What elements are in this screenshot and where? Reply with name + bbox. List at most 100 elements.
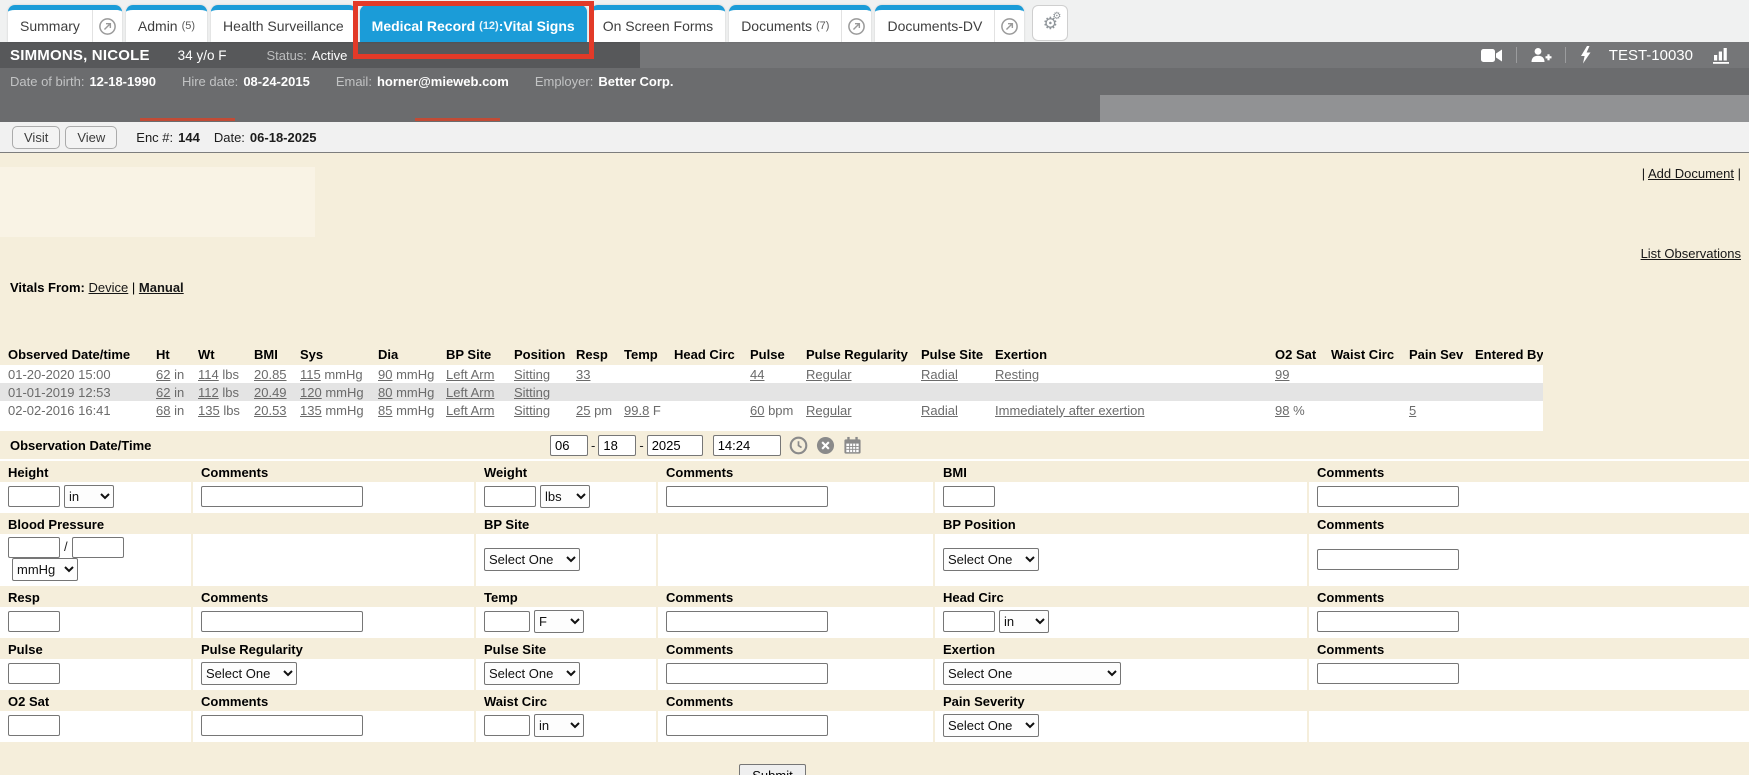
observation-value-link[interactable]: 33 bbox=[576, 367, 590, 382]
observation-value-link[interactable]: 135 bbox=[198, 403, 220, 418]
obs-time-input[interactable] bbox=[713, 435, 781, 456]
bp-position-select[interactable]: Select One bbox=[943, 548, 1039, 571]
observation-value-link[interactable]: Regular bbox=[806, 367, 852, 382]
observation-value-link[interactable]: Immediately after exertion bbox=[995, 403, 1145, 418]
observation-value-link[interactable]: Left Arm bbox=[446, 367, 494, 382]
tab-documents-dv[interactable]: Documents-DV bbox=[875, 5, 1024, 42]
tab-medical-record[interactable]: Medical Record(12):Vital Signs bbox=[360, 5, 587, 42]
observation-value-link[interactable]: Left Arm bbox=[446, 385, 494, 400]
observation-value-link[interactable]: 25 bbox=[576, 403, 590, 418]
vitals-manual-link[interactable]: Manual bbox=[139, 280, 184, 295]
observation-value-link[interactable]: 20.85 bbox=[254, 367, 287, 382]
height-input[interactable] bbox=[8, 486, 60, 507]
observation-value-link[interactable]: 62 bbox=[156, 385, 170, 400]
observation-value-link[interactable]: 60 bbox=[750, 403, 764, 418]
observation-value-link[interactable]: 20.49 bbox=[254, 385, 287, 400]
vitals-device-link[interactable]: Device bbox=[89, 280, 129, 295]
waist-circ-input[interactable] bbox=[484, 715, 530, 736]
observation-value-link[interactable]: 120 bbox=[300, 385, 322, 400]
resp-input[interactable] bbox=[8, 611, 60, 632]
observation-value-link[interactable]: Sitting bbox=[514, 385, 550, 400]
head-circ-input[interactable] bbox=[943, 611, 995, 632]
weight-input[interactable] bbox=[484, 486, 536, 507]
observation-value-link[interactable]: 5 bbox=[1409, 403, 1416, 418]
observation-value-link[interactable]: 99.8 bbox=[624, 403, 649, 418]
observation-value-link[interactable]: Radial bbox=[921, 367, 958, 382]
observation-value-link[interactable]: 99 bbox=[1275, 367, 1289, 382]
observation-value-link[interactable]: Resting bbox=[995, 367, 1039, 382]
pulse-input[interactable] bbox=[8, 663, 60, 684]
observation-value-link[interactable]: Regular bbox=[806, 403, 852, 418]
visit-button[interactable]: Visit bbox=[12, 126, 60, 149]
clock-icon[interactable] bbox=[789, 436, 808, 455]
comments-input[interactable] bbox=[201, 611, 363, 632]
observation-value-link[interactable]: Radial bbox=[921, 403, 958, 418]
observation-value-link[interactable]: 85 bbox=[378, 403, 392, 418]
comments-input[interactable] bbox=[666, 611, 828, 632]
pulse-regularity-select[interactable]: Select One bbox=[201, 662, 297, 685]
view-button[interactable]: View bbox=[65, 126, 117, 149]
add-person-icon[interactable] bbox=[1530, 47, 1552, 63]
comments-input[interactable] bbox=[1317, 549, 1459, 570]
pain-severity-select[interactable]: Select One bbox=[943, 714, 1039, 737]
comments-input[interactable] bbox=[666, 486, 828, 507]
observation-value-link[interactable]: Left Arm bbox=[446, 403, 494, 418]
comments-input[interactable] bbox=[1317, 663, 1459, 684]
bmi-input[interactable] bbox=[943, 486, 995, 507]
list-observations-link[interactable]: List Observations bbox=[1641, 246, 1741, 261]
observation-value-link[interactable]: 62 bbox=[156, 367, 170, 382]
comments-input[interactable] bbox=[1317, 486, 1459, 507]
obs-day-input[interactable] bbox=[598, 435, 636, 456]
observation-value-link[interactable]: 115 bbox=[300, 367, 321, 382]
settings-gear-button[interactable]: ⚙ ⚙ bbox=[1032, 5, 1068, 41]
add-document-link[interactable]: Add Document bbox=[1648, 166, 1734, 181]
observation-value-link[interactable]: Sitting bbox=[514, 403, 550, 418]
comments-input[interactable] bbox=[201, 486, 363, 507]
chart-flowsheet-icon[interactable] bbox=[1712, 46, 1730, 64]
open-in-new-icon[interactable] bbox=[92, 10, 122, 42]
obs-month-input[interactable] bbox=[550, 435, 588, 456]
pulse-site-select[interactable]: Select One bbox=[484, 662, 580, 685]
blood-pressure-input[interactable] bbox=[8, 537, 60, 558]
video-camera-icon[interactable] bbox=[1481, 48, 1503, 63]
calendar-icon[interactable] bbox=[843, 436, 862, 455]
tab-health-surveillance[interactable]: Health Surveillance bbox=[211, 5, 356, 42]
observation-value-link[interactable]: 112 bbox=[198, 385, 219, 400]
blood-pressure-select[interactable]: mmHg bbox=[12, 558, 78, 581]
observation-value-link[interactable]: Sitting bbox=[514, 367, 550, 382]
tab-documents[interactable]: Documents(7) bbox=[729, 5, 871, 42]
observation-value-link[interactable]: 135 bbox=[300, 403, 322, 418]
o2-sat-input[interactable] bbox=[8, 715, 60, 736]
exertion-select[interactable]: Select One bbox=[943, 662, 1121, 685]
temp-input[interactable] bbox=[484, 611, 530, 632]
tab-on-screen-forms[interactable]: On Screen Forms bbox=[591, 5, 725, 42]
open-in-new-icon[interactable] bbox=[841, 10, 871, 42]
blood-pressure-input[interactable] bbox=[72, 537, 124, 558]
observation-value-link[interactable]: 20.53 bbox=[254, 403, 287, 418]
tab-admin[interactable]: Admin(5) bbox=[126, 5, 207, 42]
obs-year-input[interactable] bbox=[647, 435, 703, 456]
observation-value-link[interactable]: 98 bbox=[1275, 403, 1289, 418]
comments-label: Comments bbox=[657, 461, 934, 482]
temp-select[interactable]: F bbox=[534, 610, 584, 633]
tab-summary[interactable]: Summary bbox=[8, 5, 122, 42]
height-select[interactable]: in bbox=[64, 485, 114, 508]
observation-value-link[interactable]: 80 bbox=[378, 385, 392, 400]
weight-select[interactable]: lbs bbox=[540, 485, 590, 508]
obs-col-header-exertion: Exertion bbox=[987, 344, 1267, 365]
clear-datetime-icon[interactable] bbox=[816, 436, 835, 455]
observation-value-link[interactable]: 90 bbox=[378, 367, 392, 382]
observation-value-link[interactable]: 68 bbox=[156, 403, 170, 418]
comments-input[interactable] bbox=[666, 663, 828, 684]
observation-value-link[interactable]: 44 bbox=[750, 367, 764, 382]
comments-input[interactable] bbox=[666, 715, 828, 736]
bp-site-select[interactable]: Select One bbox=[484, 548, 580, 571]
head-circ-select[interactable]: in bbox=[999, 610, 1049, 633]
waist-circ-select[interactable]: in bbox=[534, 714, 584, 737]
comments-input[interactable] bbox=[1317, 611, 1459, 632]
open-in-new-icon[interactable] bbox=[994, 10, 1024, 42]
observation-value-link[interactable]: 114 bbox=[198, 367, 219, 382]
comments-input[interactable] bbox=[201, 715, 363, 736]
lightning-bolt-icon[interactable] bbox=[1579, 46, 1592, 64]
submit-button[interactable]: Submit bbox=[739, 764, 805, 775]
